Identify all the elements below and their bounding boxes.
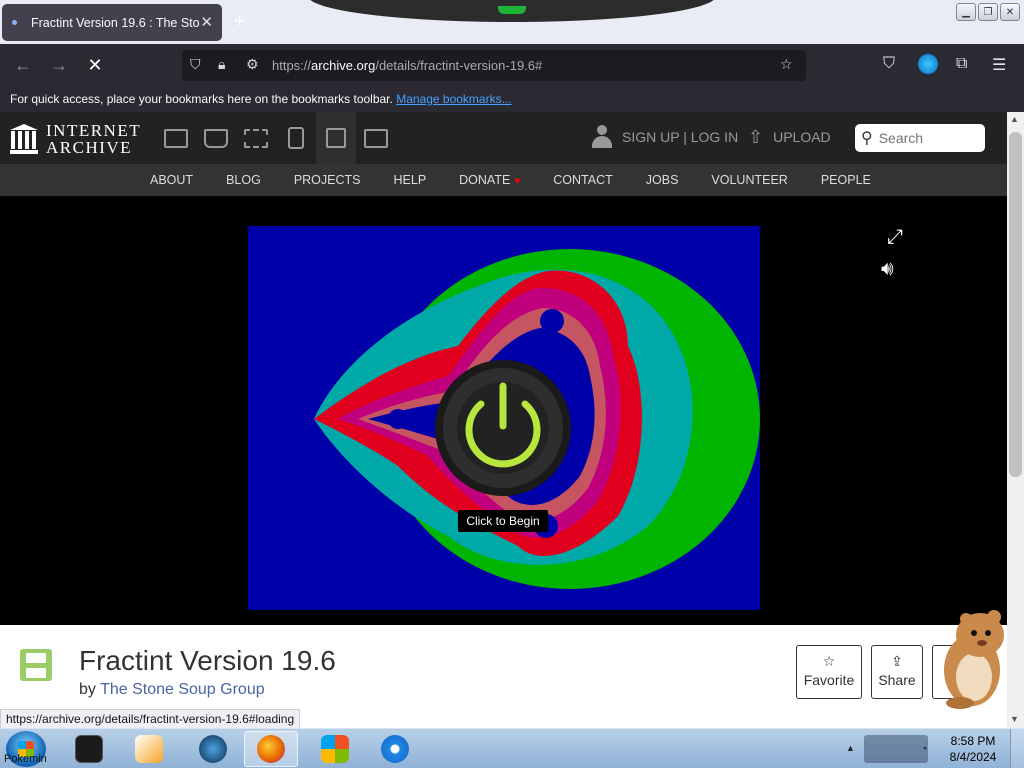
vertical-scrollbar[interactable]: ▲ ▼ [1007, 112, 1024, 728]
nav-blog[interactable]: BLOG [226, 164, 261, 196]
web-icon[interactable] [156, 112, 196, 164]
share-button[interactable]: ⇪ Share [871, 645, 923, 699]
new-tab-button[interactable]: + [234, 11, 245, 33]
windows-taskbar: Pokemin ▲ ◔ 8:58 PM 8/4/2024 [0, 728, 1024, 768]
start-label: Pokemin [4, 753, 47, 765]
upload-text[interactable]: UPLOAD [773, 129, 831, 145]
audio-icon[interactable] [276, 112, 316, 164]
taskbar-firefox[interactable] [244, 731, 298, 767]
pocket-icon[interactable]: ⛉ [883, 55, 895, 73]
nav-contact[interactable]: CONTACT [553, 164, 613, 196]
floppy-disk-icon [20, 649, 52, 681]
menu-icon[interactable]: ☰ [992, 55, 1006, 75]
ia-top-nav: ABOUT BLOG PROJECTS HELP DONATE ♥ CONTACT… [0, 164, 1007, 196]
taskbar-internet-explorer[interactable] [368, 731, 422, 767]
tray-expand-icon[interactable]: ▲ [846, 743, 855, 753]
texts-icon[interactable] [196, 112, 236, 164]
system-tray: ▲ ◔ [840, 729, 944, 768]
favorite-button[interactable]: ☆ Favorite [796, 645, 862, 699]
nav-people[interactable]: PEOPLE [821, 164, 871, 196]
browser-tab-active[interactable]: Fractint Version 19.6 : The Stone Soup G… [2, 4, 222, 41]
nav-help[interactable]: HELP [394, 164, 427, 196]
bookmarks-toolbar: For quick access, place your bookmarks h… [0, 86, 1024, 112]
nav-jobs[interactable]: JOBS [646, 164, 679, 196]
address-bar[interactable]: ⛉ 🔒︎ ⚙ https://archive.org/details/fract… [182, 50, 806, 81]
ia-logo[interactable]: INTERNET ARCHIVE [10, 122, 141, 156]
tab-title: Fractint Version 19.6 : The Stone Soup G… [31, 15, 199, 30]
tab-close-icon[interactable]: ✕ [200, 13, 213, 31]
scroll-down-arrow-icon[interactable]: ▼ [1010, 714, 1019, 724]
share-label: Share [878, 672, 916, 688]
click-to-begin-tooltip[interactable]: Click to Begin [458, 510, 548, 532]
star-icon: ☆ [822, 653, 836, 669]
network-icon[interactable]: ◔ [920, 741, 928, 756]
tab-bar: Fractint Version 19.6 : The Stone Soup G… [0, 0, 1024, 44]
lock-icon[interactable]: 🔒︎ [218, 56, 225, 73]
system-clock[interactable]: 8:58 PM 8/4/2024 [944, 733, 1002, 765]
nav-volunteer[interactable]: VOLUNTEER [711, 164, 787, 196]
stop-loading-icon[interactable]: ✕ [84, 54, 106, 76]
taskbar-windows-app[interactable] [308, 731, 362, 767]
shield-icon[interactable]: ⛉ [190, 56, 201, 73]
account-icon[interactable] [918, 54, 938, 74]
scrollbar-thumb[interactable] [1009, 132, 1022, 477]
manage-bookmarks-link[interactable]: Manage bookmarks... [396, 92, 511, 106]
taskbar-media-player[interactable] [122, 731, 176, 767]
bookmarks-hint: For quick access, place your bookmarks h… [10, 92, 393, 106]
loading-indicator-icon [12, 20, 17, 25]
nav-donate[interactable]: DONATE ♥ [459, 164, 520, 196]
tray-running-app-icon[interactable] [864, 735, 928, 763]
show-desktop-button[interactable] [1010, 729, 1024, 768]
search-icon: ⚲ [861, 130, 873, 147]
taskbar-terminal[interactable] [62, 731, 116, 767]
restore-button[interactable]: ❐ [978, 3, 998, 21]
item-title: Fractint Version 19.6 [79, 645, 336, 676]
upload-icon: ⇧ [748, 127, 764, 147]
navigation-bar: ← → ✕ ⛉ 🔒︎ ⚙ https://archive.org/details… [0, 44, 1024, 86]
software-icon[interactable] [316, 112, 356, 164]
signup-login-text[interactable]: SIGN UP | LOG IN [622, 129, 738, 145]
user-icon [592, 125, 612, 149]
volume-icon[interactable]: 🔊︎ [881, 258, 894, 281]
permissions-icon[interactable]: ⚙ [246, 56, 259, 73]
signup-login-link[interactable]: SIGN UP | LOG IN [592, 125, 738, 149]
upload-link[interactable]: ⇧ UPLOAD [748, 128, 831, 146]
forward-arrow-icon[interactable]: → [48, 54, 70, 76]
decorative-top-bump [308, 0, 716, 22]
archive-temple-icon [10, 124, 38, 154]
taskbar-globe-app[interactable] [186, 731, 240, 767]
images-icon[interactable] [356, 112, 396, 164]
author-link[interactable]: The Stone Soup Group [100, 681, 265, 698]
clock-time: 8:58 PM [950, 734, 996, 748]
ia-search-box[interactable]: ⚲ [855, 124, 985, 152]
emulator-theatre: Click to Begin ⤢ 🔊︎ [0, 196, 1007, 625]
search-input[interactable] [878, 130, 969, 146]
ia-logo-text: INTERNET ARCHIVE [46, 121, 142, 157]
ia-header: INTERNET ARCHIVE SIGN UP | LOG IN ⇧ UPLO… [0, 112, 1007, 164]
nav-donate-label[interactable]: DONATE [459, 173, 510, 187]
media-type-icons [156, 112, 396, 164]
share-icon: ⇪ [891, 653, 903, 669]
close-window-button[interactable]: ✕ [1000, 3, 1020, 21]
scroll-up-arrow-icon[interactable]: ▲ [1010, 114, 1019, 124]
extensions-icon[interactable]: ⧉ [956, 55, 967, 73]
back-arrow-icon[interactable]: ← [12, 54, 34, 76]
heart-icon: ♥ [514, 176, 521, 187]
nav-projects[interactable]: PROJECTS [294, 164, 361, 196]
favorite-label: Favorite [803, 672, 855, 688]
indicator-light [498, 6, 526, 14]
minimize-button[interactable]: ▁ [956, 3, 976, 21]
url-text[interactable]: https://archive.org/details/fractint-ver… [272, 58, 542, 73]
video-icon[interactable] [236, 112, 276, 164]
hamster-mascot-image [944, 610, 1004, 709]
emulator-screen[interactable] [248, 226, 760, 610]
item-byline: by The Stone Soup Group [79, 681, 265, 698]
clock-date: 8/4/2024 [949, 750, 997, 764]
nav-about[interactable]: ABOUT [150, 164, 193, 196]
window-controls: ▁ ❐ ✕ [956, 3, 1020, 21]
mandelbrot-fractal-image [314, 249, 760, 589]
bookmark-star-icon[interactable]: ☆ [780, 56, 793, 73]
status-bar-url: https://archive.org/details/fractint-ver… [0, 709, 301, 729]
fullscreen-icon[interactable]: ⤢ [883, 226, 907, 249]
